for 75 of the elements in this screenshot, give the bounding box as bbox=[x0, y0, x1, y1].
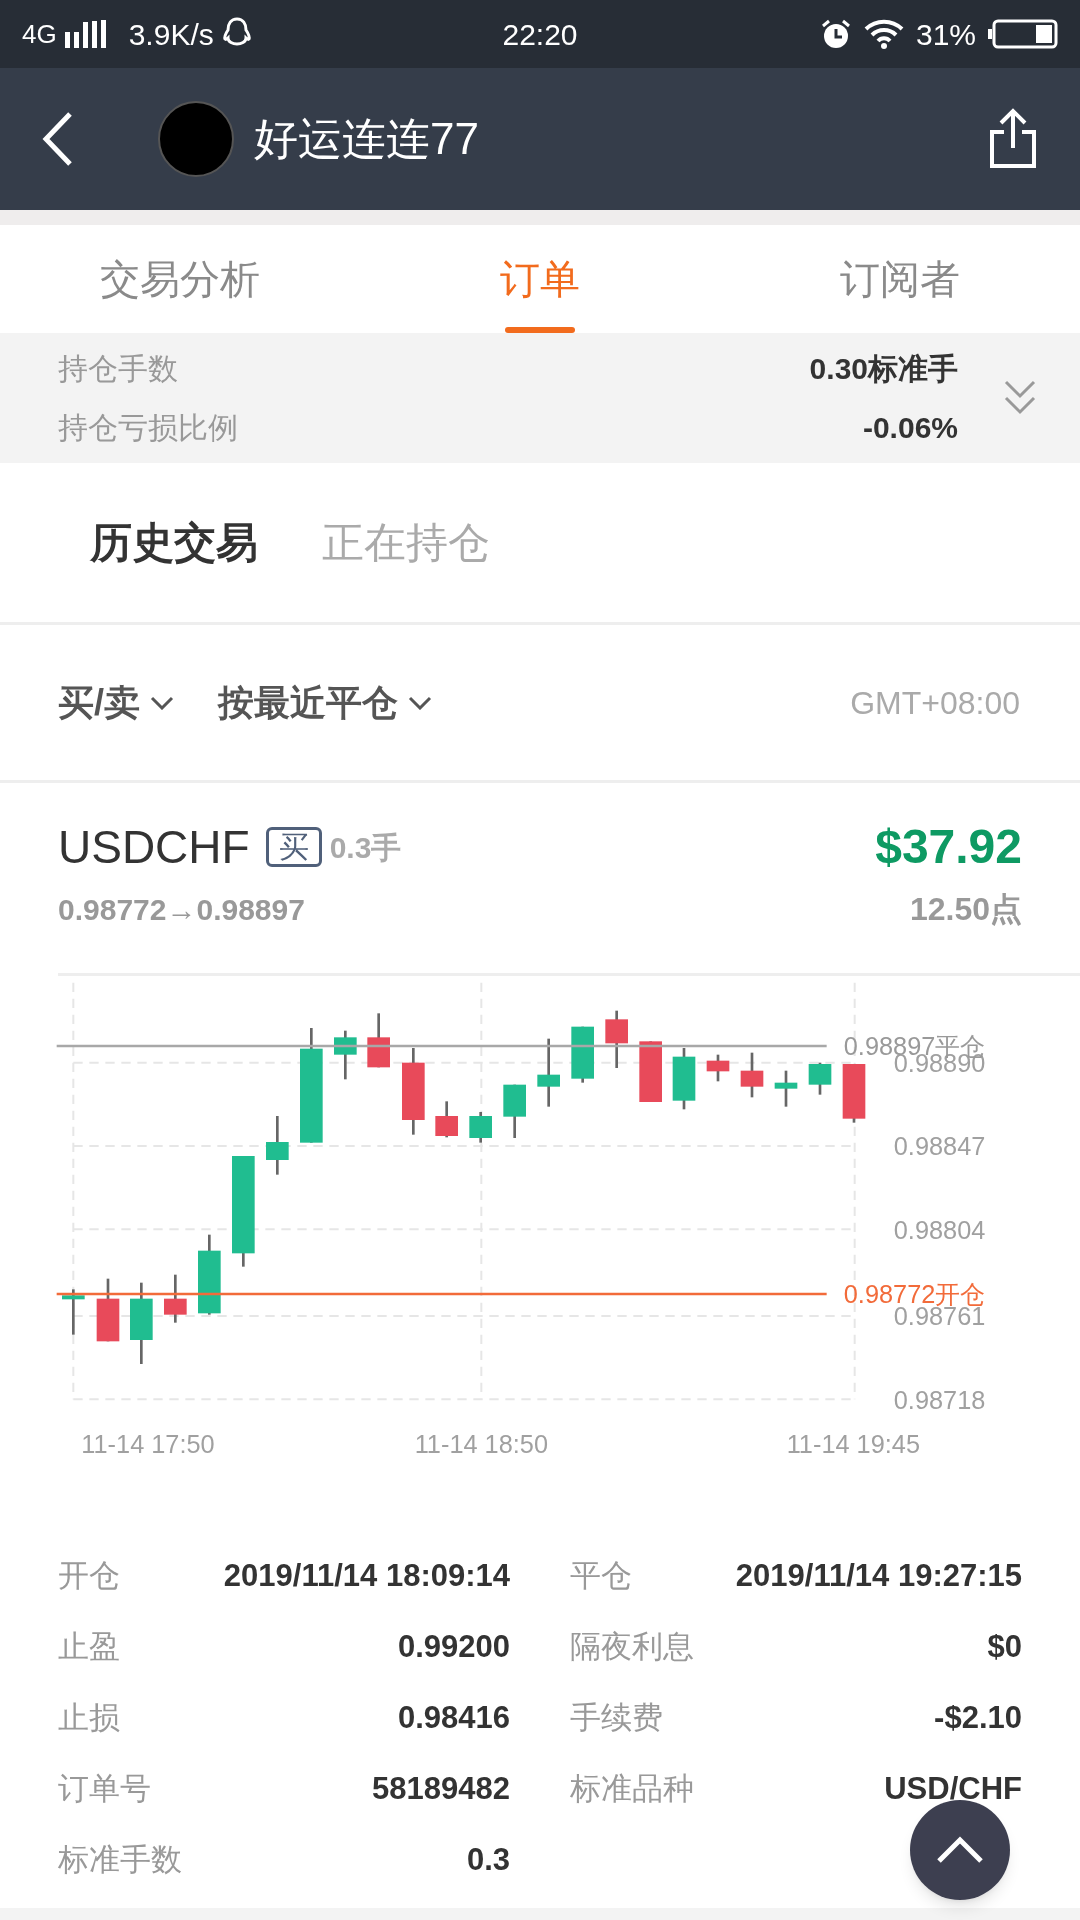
detail-label: 隔夜利息 bbox=[570, 1628, 694, 1667]
clock-time: 22:20 bbox=[502, 16, 578, 53]
symbol-name: USDCHF bbox=[58, 819, 250, 875]
candlestick bbox=[774, 1070, 798, 1107]
caret-icon bbox=[408, 695, 432, 710]
candlestick bbox=[62, 1289, 85, 1335]
axis-label: 11-14 19:45 bbox=[786, 1429, 920, 1458]
back-icon bbox=[40, 110, 74, 168]
detail-value: USD/CHF bbox=[884, 1770, 1022, 1809]
detail-value: 2019/11/14 19:27:15 bbox=[735, 1557, 1022, 1596]
candlestick bbox=[367, 1013, 390, 1068]
detail-value: 2019/11/14 18:09:14 bbox=[223, 1557, 510, 1596]
wifi-icon bbox=[863, 19, 904, 49]
price-range: 0.98772→0.98897 bbox=[58, 891, 305, 928]
axis-label: 0.98847 bbox=[893, 1132, 986, 1161]
detail-label: 手续费 bbox=[570, 1699, 663, 1738]
profit-amount: $37.92 bbox=[875, 819, 1022, 875]
detail-value: -$2.10 bbox=[934, 1699, 1022, 1738]
sub-tab[interactable]: 历史交易 bbox=[90, 511, 258, 574]
alarm-icon bbox=[819, 18, 852, 50]
candlestick bbox=[740, 1052, 764, 1098]
detail-label: 止损 bbox=[58, 1699, 120, 1738]
detail-label: 止盈 bbox=[58, 1628, 120, 1667]
summary-value: 0.30标准手 bbox=[809, 351, 958, 387]
summary-label: 持仓手数 bbox=[58, 351, 178, 387]
side-badge: 买 bbox=[265, 827, 322, 867]
candlestick bbox=[435, 1101, 458, 1138]
candlestick bbox=[537, 1038, 560, 1107]
detail-label: 订单号 bbox=[58, 1770, 151, 1809]
detail-label: 标准品种 bbox=[570, 1770, 694, 1809]
lots-label: 0.3手 bbox=[329, 829, 402, 866]
detail-value: $0 bbox=[987, 1628, 1022, 1667]
candlestick bbox=[164, 1274, 187, 1323]
summary-value: -0.06% bbox=[862, 410, 958, 446]
detail-value: 0.98416 bbox=[397, 1699, 510, 1738]
axis-label: 0.98804 bbox=[893, 1215, 986, 1244]
timezone-label: GMT+08:00 bbox=[850, 683, 1020, 723]
candlestick bbox=[334, 1030, 357, 1080]
candlestick bbox=[639, 1041, 662, 1102]
share-icon bbox=[988, 108, 1038, 170]
detail-value: 0.3 bbox=[466, 1841, 510, 1880]
tab[interactable]: 订阅者 bbox=[720, 225, 1080, 333]
candlestick bbox=[503, 1084, 526, 1138]
battery-icon bbox=[988, 19, 1058, 49]
header-title: 好运连连77 bbox=[254, 113, 479, 165]
candlestick bbox=[672, 1048, 696, 1110]
axis-label: 11-14 18:50 bbox=[414, 1429, 548, 1458]
candlestick bbox=[842, 1064, 866, 1123]
detail-value: 0.99200 bbox=[397, 1628, 510, 1667]
sub-tab[interactable]: 正在持仓 bbox=[322, 511, 490, 574]
candlestick bbox=[706, 1054, 730, 1082]
chevron-up-icon bbox=[936, 1836, 984, 1864]
detail-label: 平仓 bbox=[570, 1557, 632, 1596]
summary-label: 持仓亏损比例 bbox=[58, 410, 238, 446]
axis-label: 0.98718 bbox=[893, 1385, 986, 1414]
filter-dropdown[interactable]: 买/卖 bbox=[58, 675, 174, 730]
axis-label: 11-14 17:50 bbox=[81, 1429, 215, 1458]
tab[interactable]: 订单 bbox=[360, 225, 720, 333]
candlestick bbox=[808, 1062, 832, 1095]
points-label: 12.50点 bbox=[909, 890, 1022, 929]
candlestick bbox=[605, 1010, 628, 1068]
candlestick bbox=[266, 1116, 289, 1175]
candlestick bbox=[571, 1026, 594, 1083]
network-speed: 3.9K/s bbox=[128, 16, 214, 53]
detail-label: 标准手数 bbox=[58, 1841, 182, 1880]
signal-icon bbox=[64, 20, 107, 48]
network-label: 4G bbox=[22, 17, 57, 51]
candlestick bbox=[96, 1278, 120, 1342]
tab[interactable]: 交易分析 bbox=[0, 225, 360, 333]
detail-label: 开仓 bbox=[58, 1557, 120, 1596]
candlestick bbox=[469, 1112, 492, 1143]
caret-icon bbox=[150, 695, 174, 710]
battery-percent: 31% bbox=[915, 16, 976, 53]
detail-value: 58189482 bbox=[372, 1770, 510, 1809]
filter-dropdown[interactable]: 按最近平仓 bbox=[218, 675, 432, 730]
